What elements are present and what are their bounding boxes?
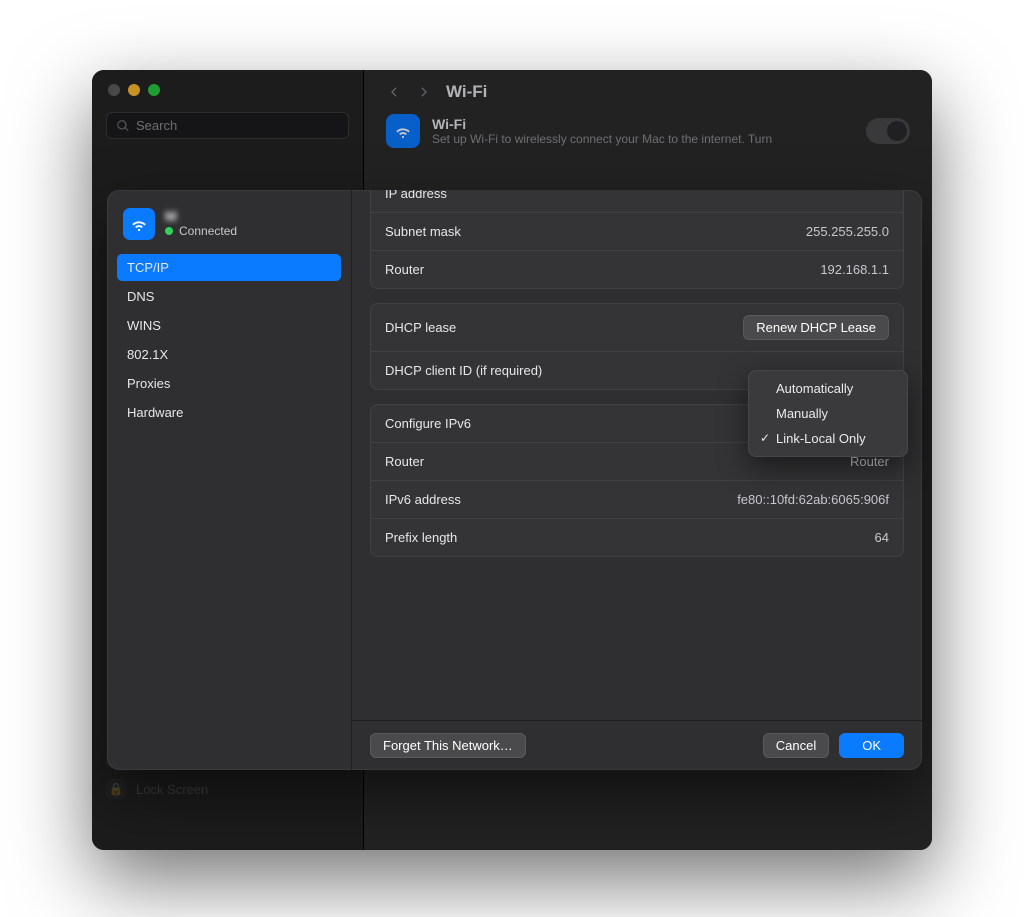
sheet-body: IP address Subnet mask 255.255.255.0 Rout… (352, 190, 922, 770)
search-placeholder: Search (136, 118, 177, 133)
sidebar-item-label: Lock Screen (136, 782, 208, 797)
row-label: Router (385, 262, 424, 277)
wifi-toggle[interactable] (866, 118, 910, 144)
dhcp-lease-row: DHCP lease Renew DHCP Lease (371, 304, 903, 351)
row-label: Subnet mask (385, 224, 461, 239)
forget-network-button[interactable]: Forget This Network… (370, 733, 526, 758)
ok-button[interactable]: OK (839, 733, 904, 758)
configure-ipv6-dropdown: Automatically Manually Link-Local Only (748, 370, 908, 457)
wifi-icon (123, 208, 155, 240)
sheet-tab-hardware[interactable]: Hardware (117, 399, 341, 426)
wifi-icon (386, 114, 420, 148)
dropdown-item-automatically[interactable]: Automatically (752, 376, 904, 401)
page-title: Wi-Fi (446, 82, 487, 102)
sheet-tab-proxies[interactable]: Proxies (117, 370, 341, 397)
row-label: DHCP lease (385, 320, 456, 335)
minimize-button[interactable] (128, 84, 140, 96)
row-value: fe80::10fd:62ab:6065:906f (737, 492, 889, 507)
title-bar: Wi-Fi (364, 70, 932, 114)
subnet-mask-row: Subnet mask 255.255.255.0 (371, 212, 903, 250)
network-details-sheet: M Connected TCP/IP DNS WINS 802.1X Proxi… (107, 190, 922, 770)
dropdown-item-manually[interactable]: Manually (752, 401, 904, 426)
row-label: IP address (385, 190, 447, 201)
dropdown-item-link-local-only[interactable]: Link-Local Only (752, 426, 904, 451)
close-button[interactable] (108, 84, 120, 96)
wifi-title: Wi-Fi (432, 116, 772, 132)
sheet-footer: Forget This Network… Cancel OK (352, 720, 922, 770)
wifi-subtitle: Set up Wi-Fi to wirelessly connect your … (432, 132, 772, 146)
renew-dhcp-lease-button[interactable]: Renew DHCP Lease (743, 315, 889, 340)
lock-icon: 🔒 (106, 779, 126, 799)
sheet-network-header: M Connected (117, 204, 341, 254)
row-value: 255.255.255.0 (806, 224, 889, 239)
sheet-tab-dns[interactable]: DNS (117, 283, 341, 310)
search-icon (116, 119, 130, 133)
ip-address-row: IP address (371, 190, 903, 212)
row-label: IPv6 address (385, 492, 461, 507)
sheet-status: Connected (179, 224, 237, 238)
row-label: DHCP client ID (if required) (385, 363, 542, 378)
prefix-length-row: Prefix length 64 (371, 518, 903, 556)
ipv6-address-row: IPv6 address fe80::10fd:62ab:6065:906f (371, 480, 903, 518)
back-button[interactable] (386, 84, 402, 100)
router-row: Router 192.168.1.1 (371, 250, 903, 288)
row-value: 64 (875, 530, 889, 545)
sheet-tab-tcpip[interactable]: TCP/IP (117, 254, 341, 281)
row-label: Prefix length (385, 530, 457, 545)
wifi-header-row: Wi-Fi Set up Wi-Fi to wirelessly connect… (364, 114, 932, 156)
search-input[interactable]: Search (106, 112, 349, 139)
window-controls (92, 70, 363, 108)
row-label: Configure IPv6 (385, 416, 471, 431)
row-label: Router (385, 454, 424, 469)
sheet-sidebar: M Connected TCP/IP DNS WINS 802.1X Proxi… (107, 190, 352, 770)
maximize-button[interactable] (148, 84, 160, 96)
cancel-button[interactable]: Cancel (763, 733, 829, 758)
status-dot-icon (165, 227, 173, 235)
sheet-tab-wins[interactable]: WINS (117, 312, 341, 339)
row-value: 192.168.1.1 (820, 262, 889, 277)
sheet-network-name: M (165, 208, 237, 224)
sidebar-item[interactable]: 🔒 Lock Screen (92, 773, 363, 805)
ipv4-group: IP address Subnet mask 255.255.255.0 Rout… (370, 190, 904, 289)
forward-button[interactable] (416, 84, 432, 100)
system-settings-window: Search 🔊Sound 🌙Focus ⏳Screen Time 🔒Lock … (92, 70, 932, 850)
sheet-tab-8021x[interactable]: 802.1X (117, 341, 341, 368)
